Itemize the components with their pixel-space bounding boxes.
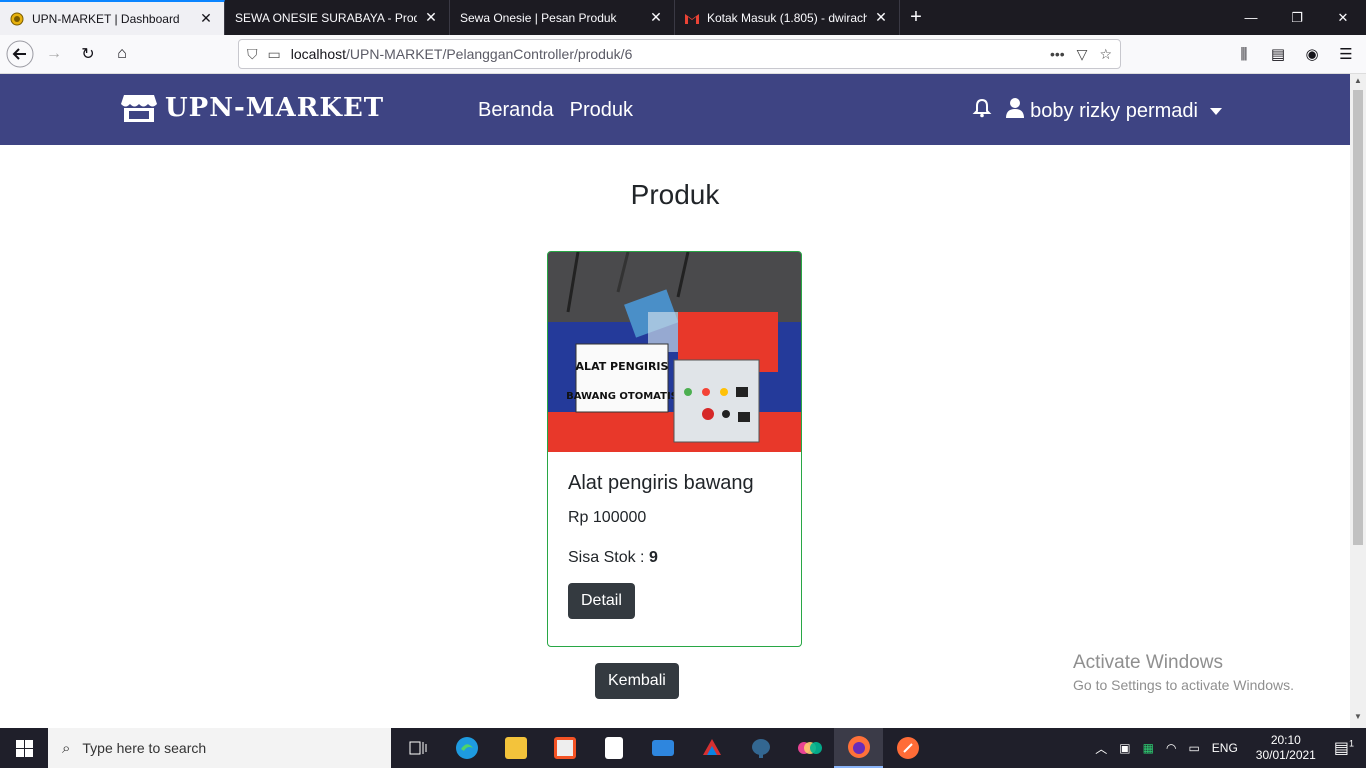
close-tab-icon[interactable]: ✕ [873, 9, 889, 26]
back-button[interactable]: Kembali [595, 663, 679, 699]
wifi-icon[interactable]: ◠ [1166, 741, 1176, 755]
scroll-down-icon[interactable]: ▼ [1350, 712, 1366, 726]
sign-line-1: ALAT PENGIRIS [576, 360, 669, 373]
postgresql-icon[interactable] [736, 728, 785, 768]
battery-icon[interactable]: ▭ [1188, 741, 1199, 755]
menu-icon[interactable]: ☰ [1334, 39, 1358, 69]
tab-title: UPN-MARKET | Dashboard [32, 11, 180, 26]
close-tab-icon[interactable]: ✕ [198, 10, 214, 27]
browser-tab-strip: UPN-MARKET | Dashboard ✕ SEWA ONESIE SUR… [0, 0, 1366, 35]
mail-icon[interactable] [638, 728, 687, 768]
stock-label: Sisa Stok : [568, 549, 645, 566]
product-price: Rp 100000 [568, 509, 647, 526]
tab-title: Kotak Masuk (1.805) - dwirach [707, 10, 867, 25]
task-view-icon[interactable] [393, 728, 442, 768]
tab-sewa-onesie-pesan[interactable]: Sewa Onesie | Pesan Produk ✕ [450, 0, 675, 35]
tab-gmail[interactable]: Kotak Masuk (1.805) - dwirach ✕ [675, 0, 900, 35]
product-stock: Sisa Stok : 9 [568, 549, 781, 567]
search-icon: ⌕ [62, 739, 71, 757]
minimize-icon[interactable]: — [1228, 0, 1274, 35]
edge-icon[interactable] [442, 728, 491, 768]
detail-button[interactable]: Detail [568, 583, 635, 619]
product-name: Alat pengiris bawang [568, 472, 754, 494]
nav-beranda[interactable]: Beranda [478, 99, 554, 122]
product-image: ALAT PENGIRIS BAWANG OTOMATIS [548, 252, 801, 452]
document-icon[interactable] [589, 728, 638, 768]
page-scrollbar[interactable]: ▲ ▼ [1350, 74, 1366, 728]
address-bar[interactable]: ⛉ ▭ localhost/UPN-MARKET/PelangganContro… [238, 39, 1121, 69]
sidebar-icon[interactable]: ▤ [1266, 39, 1290, 69]
notification-count: 1 [1348, 738, 1354, 749]
site-navbar: UPN-MARKET Beranda Produk boby rizky per… [0, 74, 1350, 145]
sign-line-2: BAWANG OTOMATIS [566, 391, 678, 402]
store-app-icon[interactable] [540, 728, 589, 768]
bell-icon[interactable] [972, 98, 992, 124]
tray-green-icon[interactable]: ▦ [1143, 741, 1154, 755]
user-name-dropdown[interactable]: boby rizky permadi [1030, 100, 1198, 123]
url-host: localhost [290, 46, 346, 62]
stock-value: 9 [648, 549, 658, 566]
pocket-icon[interactable]: ▽ [1077, 46, 1088, 63]
watermark-subtitle: Go to Settings to activate Windows. [1073, 677, 1294, 693]
close-window-icon[interactable]: ✕ [1320, 0, 1366, 35]
windows-start-icon[interactable] [0, 728, 48, 768]
close-tab-icon[interactable]: ✕ [648, 9, 664, 26]
back-icon[interactable] [4, 38, 36, 70]
system-tray: ︿ ▣ ▦ ◠ ▭ ENG 20:10 30/01/2021 ▤1 [1089, 728, 1366, 768]
tab-title: Sewa Onesie | Pesan Produk [460, 10, 617, 25]
tab-upn-market[interactable]: UPN-MARKET | Dashboard ✕ [0, 0, 225, 35]
shield-icon[interactable]: ⛉ [247, 46, 258, 63]
brand-name: UPN-MARKET [165, 93, 385, 123]
colorful-app-icon[interactable] [785, 728, 834, 768]
user-icon [1006, 98, 1025, 124]
brand-logo[interactable]: UPN-MARKET [121, 93, 384, 123]
nav-produk[interactable]: Produk [570, 99, 633, 122]
chevron-down-icon[interactable] [1210, 107, 1222, 115]
clock[interactable]: 20:10 30/01/2021 [1256, 733, 1316, 763]
more-actions-icon[interactable]: ••• [1050, 46, 1065, 63]
taskbar-search[interactable]: ⌕ Type here to search [48, 728, 391, 768]
restore-icon[interactable]: ❐ [1274, 0, 1320, 35]
browser-toolbar: → ↻ ⌂ ⛉ ▭ localhost/UPN-MARKET/Pelanggan… [0, 35, 1366, 74]
account-icon[interactable]: ◉ [1300, 39, 1324, 69]
firefox-icon[interactable] [834, 728, 883, 768]
url-path: /UPN-MARKET/PelangganController/produk/6 [346, 46, 633, 62]
watermark-title: Activate Windows [1073, 652, 1223, 673]
forward-icon[interactable]: → [38, 38, 70, 70]
new-tab-icon[interactable]: + [900, 0, 932, 35]
upn-logo-icon [10, 12, 24, 26]
web-page: UPN-MARKET Beranda Produk boby rizky per… [0, 74, 1350, 728]
photos-app-icon[interactable] [687, 728, 736, 768]
gmail-icon [685, 11, 699, 25]
product-card: ALAT PENGIRIS BAWANG OTOMATIS Alat pengi… [547, 251, 802, 647]
scroll-up-icon[interactable]: ▲ [1350, 76, 1366, 90]
file-explorer-icon[interactable] [491, 728, 540, 768]
notification-icon[interactable]: ▤1 [1334, 738, 1354, 758]
activate-windows-watermark: Activate Windows Go to Settings to activ… [1073, 652, 1294, 693]
search-placeholder: Type here to search [82, 740, 207, 756]
library-icon[interactable]: ⫼ [1232, 39, 1256, 69]
language-indicator[interactable]: ENG [1212, 741, 1238, 755]
page-icon: ▭ [267, 45, 281, 62]
bookmark-star-icon[interactable]: ☆ [1099, 46, 1112, 63]
tab-sewa-onesie-produk[interactable]: SEWA ONESIE SURABAYA - Produk ✕ [225, 0, 450, 35]
close-tab-icon[interactable]: ✕ [423, 9, 439, 26]
home-icon[interactable]: ⌂ [106, 38, 138, 70]
reload-icon[interactable]: ↻ [72, 38, 104, 70]
tray-app-icon[interactable]: ▣ [1119, 741, 1130, 755]
chevron-up-icon[interactable]: ︿ [1095, 740, 1107, 757]
window-controls: — ❐ ✕ [1228, 0, 1366, 35]
scrollbar-thumb[interactable] [1353, 90, 1363, 545]
windows-taskbar: ⌕ Type here to search ︿ ▣ ▦ ◠ ▭ ENG 20:1… [0, 728, 1366, 768]
clock-time: 20:10 [1270, 733, 1301, 747]
tab-title: SEWA ONESIE SURABAYA - Produk [235, 10, 417, 25]
postman-icon[interactable] [883, 728, 932, 768]
clock-date: 30/01/2021 [1255, 748, 1316, 762]
page-title: Produk [630, 179, 720, 210]
store-icon [121, 95, 157, 122]
